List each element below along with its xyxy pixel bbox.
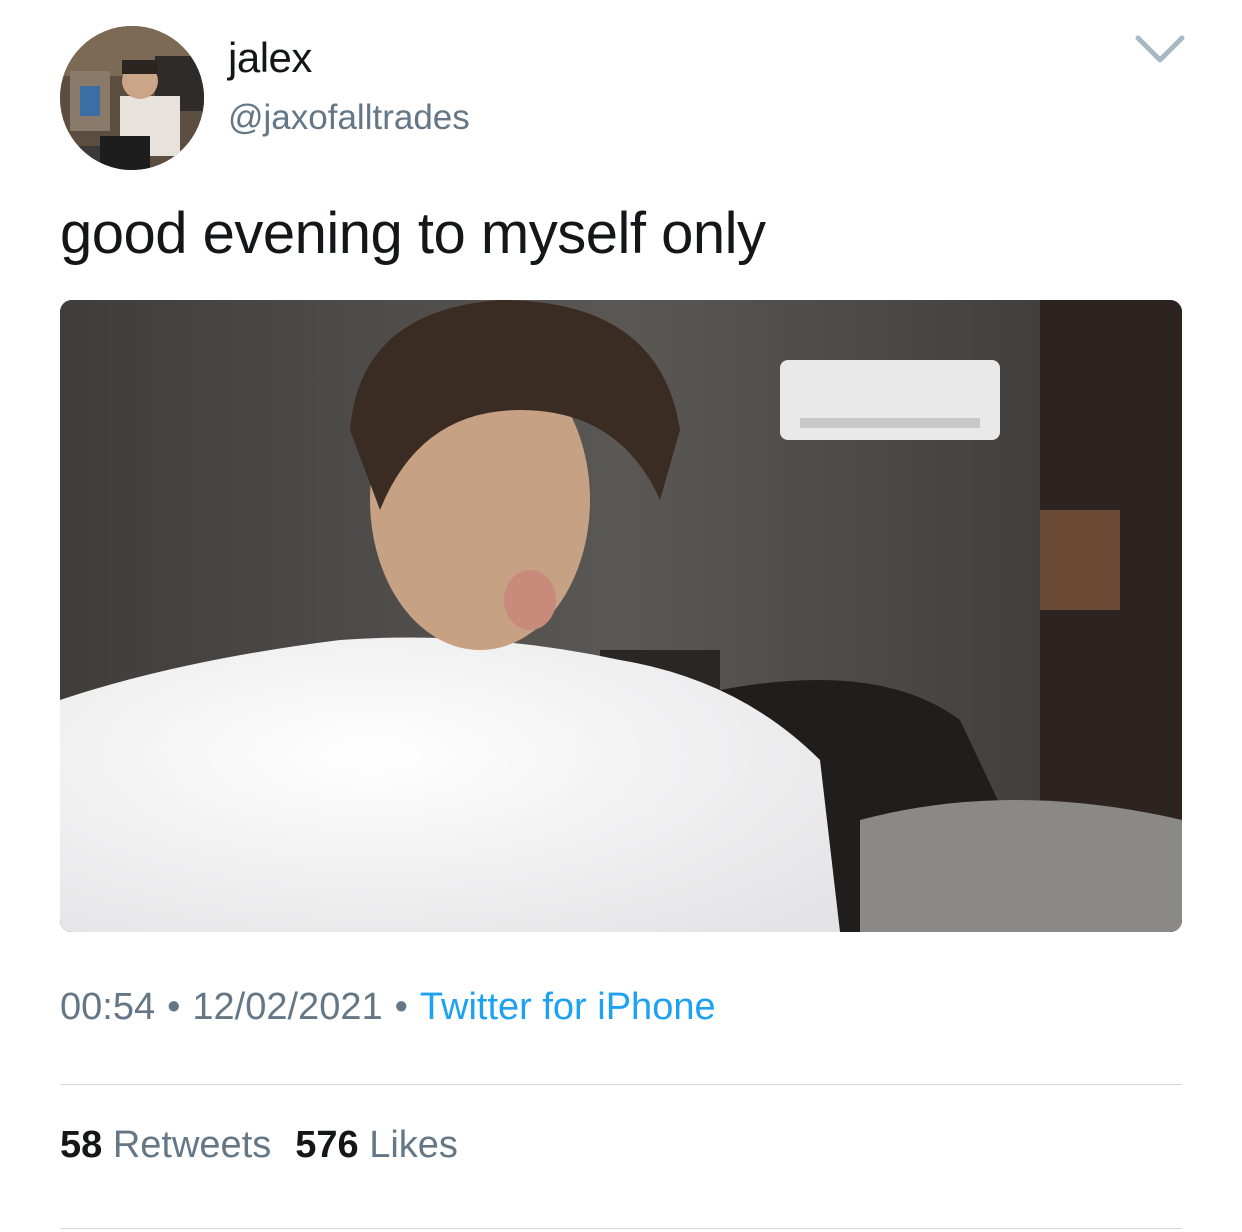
divider — [60, 1228, 1182, 1229]
likes-label: Likes — [369, 1124, 458, 1166]
avatar[interactable] — [60, 26, 204, 170]
tweet-meta: 00:54 • 12/02/2021 • Twitter for iPhone — [60, 986, 716, 1029]
tweet-photo[interactable] — [60, 300, 1182, 932]
tweet-source-link[interactable]: Twitter for iPhone — [420, 986, 716, 1028]
separator-dot: • — [167, 986, 181, 1028]
tweet-text: good evening to myself only — [60, 201, 766, 266]
avatar-image — [60, 26, 204, 170]
photo-image — [60, 300, 1182, 932]
separator-dot: • — [394, 986, 408, 1028]
display-name[interactable]: jalex — [228, 34, 312, 82]
tweet-stats: 58 Retweets 576 Likes — [60, 1124, 458, 1167]
retweets-label: Retweets — [112, 1124, 272, 1166]
retweets-stat[interactable]: 58 Retweets — [60, 1124, 271, 1166]
divider — [60, 1084, 1182, 1085]
retweets-count: 58 — [60, 1124, 103, 1166]
likes-stat[interactable]: 576 Likes — [295, 1124, 458, 1166]
tweet-time: 00:54 — [60, 986, 156, 1028]
chevron-down-icon[interactable] — [1134, 30, 1186, 70]
likes-count: 576 — [295, 1124, 359, 1166]
tweet-date: 12/02/2021 — [192, 986, 383, 1028]
user-handle[interactable]: @jaxofalltrades — [228, 98, 470, 138]
